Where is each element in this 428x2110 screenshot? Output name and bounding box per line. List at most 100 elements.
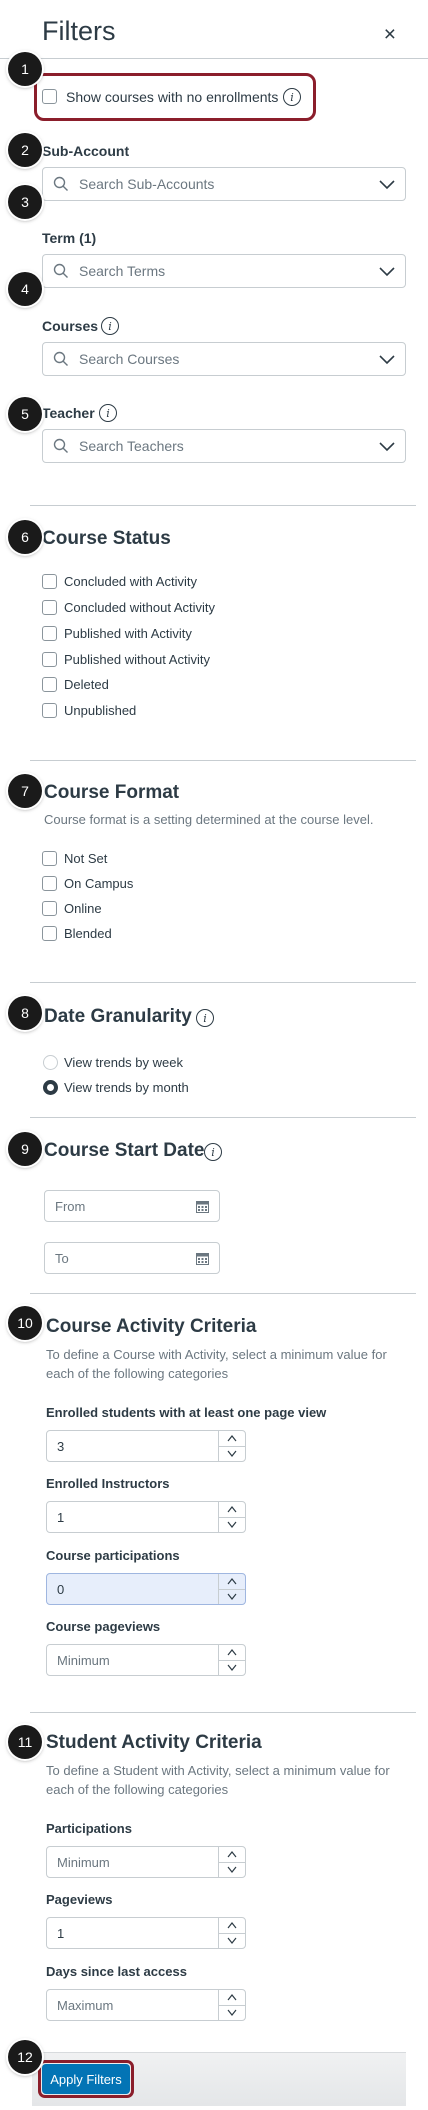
pageviews-label: Pageviews bbox=[46, 1892, 113, 1907]
start-date-from-input[interactable]: From bbox=[44, 1190, 220, 1222]
stepper-up-icon[interactable] bbox=[227, 1506, 237, 1513]
info-icon[interactable]: i bbox=[283, 88, 301, 106]
to-placeholder: To bbox=[55, 1251, 69, 1266]
teacher-select[interactable]: Search Teachers bbox=[42, 429, 406, 463]
stepper-up-icon[interactable] bbox=[227, 1578, 237, 1585]
course-participations-input[interactable]: 0 bbox=[46, 1573, 246, 1605]
section-divider bbox=[30, 1117, 416, 1118]
stepper-up-icon[interactable] bbox=[227, 1435, 237, 1442]
days-since-access-input[interactable]: Maximum bbox=[46, 1989, 246, 2021]
step-badge-12: 12 bbox=[8, 2040, 42, 2074]
courses-select[interactable]: Search Courses bbox=[42, 342, 406, 376]
number-stepper[interactable] bbox=[218, 1645, 245, 1675]
step-badge-7: 7 bbox=[8, 774, 42, 808]
step-badge-1: 1 bbox=[8, 52, 42, 86]
calendar-icon[interactable] bbox=[196, 1252, 209, 1265]
info-icon[interactable]: i bbox=[99, 404, 117, 422]
sub-account-placeholder: Search Sub-Accounts bbox=[79, 176, 215, 192]
close-icon[interactable]: × bbox=[384, 23, 396, 47]
participations-label: Participations bbox=[46, 1821, 132, 1836]
status-option-label: Published without Activity bbox=[64, 652, 210, 667]
teacher-label: Teacher bbox=[42, 405, 95, 421]
days-since-access-placeholder: Maximum bbox=[57, 1998, 114, 2013]
status-option-label: Deleted bbox=[64, 677, 109, 692]
format-checkbox[interactable] bbox=[42, 901, 57, 916]
granularity-week-radio[interactable] bbox=[43, 1055, 58, 1070]
search-icon bbox=[53, 176, 68, 191]
course-pageviews-input[interactable]: Minimum bbox=[46, 1644, 246, 1676]
term-select[interactable]: Search Terms bbox=[42, 254, 406, 288]
status-option-label: Published with Activity bbox=[64, 626, 192, 641]
section-divider bbox=[30, 505, 416, 506]
stepper-down-icon[interactable] bbox=[227, 1450, 237, 1457]
info-icon[interactable]: i bbox=[101, 317, 119, 335]
course-activity-description-2: each of the following categories bbox=[46, 1366, 229, 1381]
teacher-placeholder: Search Teachers bbox=[79, 438, 184, 454]
stepper-up-icon[interactable] bbox=[227, 1994, 237, 2001]
stepper-up-icon[interactable] bbox=[227, 1851, 237, 1858]
course-participations-value: 0 bbox=[57, 1582, 65, 1597]
stepper-up-icon[interactable] bbox=[227, 1649, 237, 1656]
format-checkbox[interactable] bbox=[42, 851, 57, 866]
format-option-label: On Campus bbox=[64, 876, 134, 891]
format-option-label: Online bbox=[64, 901, 102, 916]
stepper-down-icon[interactable] bbox=[227, 1593, 237, 1600]
pageviews-input[interactable]: 1 bbox=[46, 1917, 246, 1949]
student-activity-title: Student Activity Criteria bbox=[46, 1732, 262, 1753]
chevron-down-icon bbox=[379, 442, 395, 452]
status-option-label: Unpublished bbox=[64, 703, 137, 718]
number-stepper[interactable] bbox=[218, 1847, 245, 1877]
sub-account-select[interactable]: Search Sub-Accounts bbox=[42, 167, 406, 201]
status-checkbox[interactable] bbox=[42, 600, 57, 615]
courses-label: Courses bbox=[42, 318, 99, 334]
number-stepper[interactable] bbox=[218, 1502, 245, 1532]
stepper-down-icon[interactable] bbox=[227, 1937, 237, 1944]
search-icon bbox=[53, 263, 68, 278]
page-title: Filters bbox=[42, 16, 116, 46]
granularity-week-label: View trends by week bbox=[64, 1055, 183, 1070]
stepper-down-icon[interactable] bbox=[227, 1521, 237, 1528]
stepper-down-icon[interactable] bbox=[227, 1866, 237, 1873]
step-badge-11: 11 bbox=[8, 1725, 42, 1759]
stepper-up-icon[interactable] bbox=[227, 1922, 237, 1929]
from-placeholder: From bbox=[55, 1199, 86, 1214]
enrolled-instructors-input[interactable]: 1 bbox=[46, 1501, 246, 1533]
granularity-month-radio[interactable] bbox=[43, 1080, 58, 1095]
enrolled-instructors-label: Enrolled Instructors bbox=[46, 1476, 170, 1491]
status-checkbox[interactable] bbox=[42, 652, 57, 667]
section-divider bbox=[30, 760, 416, 761]
student-activity-description-1: To define a Student with Activity, selec… bbox=[46, 1763, 390, 1778]
enrolled-students-label: Enrolled students with at least one page… bbox=[46, 1405, 327, 1420]
no-enrollments-checkbox[interactable] bbox=[42, 89, 57, 104]
enrolled-students-input[interactable]: 3 bbox=[46, 1430, 246, 1462]
stepper-down-icon[interactable] bbox=[227, 2009, 237, 2016]
course-participations-label: Course participations bbox=[46, 1548, 180, 1563]
no-enrollments-label: Show courses with no enrollments bbox=[66, 89, 279, 105]
status-checkbox[interactable] bbox=[42, 574, 57, 589]
status-checkbox[interactable] bbox=[42, 626, 57, 641]
format-checkbox[interactable] bbox=[42, 926, 57, 941]
number-stepper[interactable] bbox=[218, 1918, 245, 1948]
info-icon[interactable]: i bbox=[204, 1143, 222, 1161]
status-checkbox[interactable] bbox=[42, 703, 57, 718]
start-date-to-input[interactable]: To bbox=[44, 1242, 220, 1274]
format-option-label: Blended bbox=[64, 926, 112, 941]
course-pageviews-placeholder: Minimum bbox=[57, 1653, 110, 1668]
number-stepper[interactable] bbox=[218, 1574, 245, 1604]
calendar-icon[interactable] bbox=[196, 1200, 209, 1213]
chevron-down-icon bbox=[379, 355, 395, 365]
chevron-down-icon bbox=[379, 180, 395, 190]
chevron-down-icon bbox=[379, 267, 395, 277]
step-badge-2: 2 bbox=[8, 133, 42, 167]
participations-input[interactable]: Minimum bbox=[46, 1846, 246, 1878]
course-start-date-title: Course Start Date bbox=[44, 1140, 205, 1161]
step-badge-10: 10 bbox=[8, 1306, 42, 1340]
format-checkbox[interactable] bbox=[42, 876, 57, 891]
status-checkbox[interactable] bbox=[42, 677, 57, 692]
apply-filters-button[interactable]: Apply Filters bbox=[42, 2064, 130, 2094]
number-stepper[interactable] bbox=[218, 1990, 245, 2020]
stepper-down-icon[interactable] bbox=[227, 1664, 237, 1671]
course-status-title: Course Status bbox=[42, 528, 171, 549]
number-stepper[interactable] bbox=[218, 1431, 245, 1461]
info-icon[interactable]: i bbox=[196, 1009, 214, 1027]
